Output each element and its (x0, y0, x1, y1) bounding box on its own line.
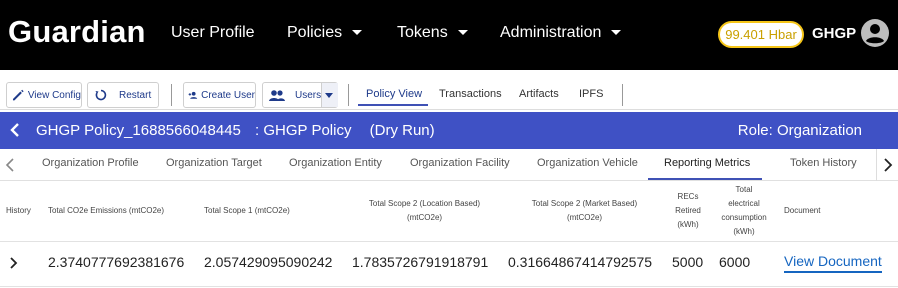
col-header-document: Document (784, 206, 821, 215)
col-header-history: History (6, 206, 31, 215)
chevron-left-icon[interactable] (5, 158, 15, 172)
nav-tokens[interactable]: Tokens (397, 24, 468, 42)
tab-policy-view[interactable]: Policy View (366, 88, 422, 100)
create-user-button[interactable]: Create User (183, 82, 256, 108)
cell-scope2-market: 0.31664867414792575 (508, 254, 653, 270)
col-header-scope2-market: Total Scope 2 (Market Based) (mtCO2e) (512, 197, 657, 225)
policy-header: GHGP Policy_1688566048445 : GHGP Policy … (0, 112, 898, 149)
cell-scope2-location: 1.7835726791918791 (352, 254, 489, 270)
nav-user-profile[interactable]: User Profile (171, 24, 255, 42)
view-document-link[interactable]: View Document (784, 253, 882, 273)
col-header-line: (kWh) (677, 220, 699, 229)
table-header-divider (0, 241, 898, 242)
nav-administration-label: Administration (500, 24, 602, 41)
col-header-line: RECs (677, 192, 699, 201)
col-header-line: consumption (721, 213, 767, 222)
col-header-line: Total Scope 2 (Location Based) (368, 199, 481, 208)
view-config-label: View Config (27, 89, 81, 101)
restart-icon (95, 89, 107, 101)
col-header-line: (kWh) (733, 227, 755, 236)
chevron-right-icon[interactable] (883, 158, 893, 172)
policy-mode: (Dry Run) (369, 122, 435, 139)
nav-tokens-label: Tokens (397, 24, 448, 41)
toolbar-divider (622, 84, 623, 106)
nav-policies[interactable]: Policies (287, 24, 363, 42)
cell-total-co2e: 2.3740777692381676 (48, 254, 185, 270)
view-config-button[interactable]: View Config (6, 82, 82, 108)
policy-subtabs: Organization Profile Organization Target… (0, 149, 898, 181)
users-dropdown[interactable]: Users (262, 82, 338, 108)
table-row-divider (0, 286, 898, 287)
col-header-scope1: Total Scope 1 (mtCO2e) (204, 206, 290, 215)
expand-chevron-icon[interactable] (9, 256, 19, 270)
col-header-line: (mtCO2e) (566, 213, 603, 222)
username: GHGP (812, 25, 857, 42)
subtab-organization-target[interactable]: Organization Target (166, 157, 262, 169)
col-header-recs: RECs Retired (kWh) (668, 190, 708, 232)
col-header-line: Total Scope 2 (Market Based) (531, 199, 638, 208)
tab-artifacts[interactable]: Artifacts (519, 88, 559, 100)
cell-electrical: 6000 (719, 254, 751, 270)
chevron-down-icon (352, 30, 363, 36)
edit-icon (12, 89, 24, 101)
nav-user-profile-label: User Profile (171, 24, 255, 41)
account-circle-icon[interactable] (860, 18, 890, 48)
col-header-electrical: Total electrical consumption (kWh) (713, 183, 775, 239)
subtab-organization-facility[interactable]: Organization Facility (410, 157, 510, 169)
col-header-total-co2e: Total CO2e Emissions (mtCO2e) (48, 206, 165, 215)
restart-button[interactable]: Restart (87, 82, 159, 108)
col-header-line: (mtCO2e) (406, 213, 443, 222)
policy-subtitle: : GHGP Policy (255, 122, 352, 139)
subtab-organization-entity[interactable]: Organization Entity (289, 157, 382, 169)
col-header-line: Retired (675, 206, 701, 215)
toolbar-divider (171, 84, 172, 106)
active-subtab-indicator (648, 178, 762, 180)
toolbar-divider (348, 84, 349, 106)
policy-title-group: GHGP Policy_1688566048445 : GHGP Policy … (36, 122, 435, 139)
subtab-organization-vehicle[interactable]: Organization Vehicle (537, 157, 638, 169)
policy-role: Role: Organization (737, 122, 862, 139)
col-header-line: Total (735, 185, 753, 194)
app-logo[interactable]: Guardian (8, 14, 146, 50)
users-icon (269, 90, 285, 101)
nav-policies-label: Policies (287, 24, 343, 41)
subtab-token-history[interactable]: Token History (790, 157, 857, 169)
nav-administration[interactable]: Administration (500, 24, 622, 42)
active-tab-indicator (358, 104, 428, 106)
col-header-line: electrical (728, 199, 760, 208)
cell-scope1: 2.057429095090242 (204, 254, 333, 270)
policy-toolbar: View Config Restart Create User Users Po… (0, 78, 898, 110)
chevron-down-icon (325, 93, 333, 98)
add-user-icon (188, 91, 198, 99)
chevron-down-icon (457, 30, 468, 36)
users-label: Users (295, 89, 322, 101)
create-user-label: Create User (201, 89, 255, 101)
subtab-reporting-metrics[interactable]: Reporting Metrics (664, 157, 750, 169)
back-icon[interactable] (8, 122, 22, 138)
subtab-organization-profile[interactable]: Organization Profile (42, 157, 139, 169)
top-navbar: Guardian User Profile Policies Tokens Ad… (0, 0, 898, 70)
restart-label: Restart (119, 89, 152, 101)
balance-badge: 99.401 Hbar (718, 21, 804, 48)
cell-recs: 5000 (672, 254, 704, 270)
tab-transactions[interactable]: Transactions (439, 88, 502, 100)
chevron-down-icon (611, 30, 622, 36)
subtab-scroll-divider (876, 149, 877, 181)
tab-ipfs[interactable]: IPFS (579, 88, 603, 100)
policy-title: GHGP Policy_1688566048445 (36, 122, 241, 139)
col-header-scope2-location: Total Scope 2 (Location Based) (mtCO2e) (352, 197, 497, 225)
